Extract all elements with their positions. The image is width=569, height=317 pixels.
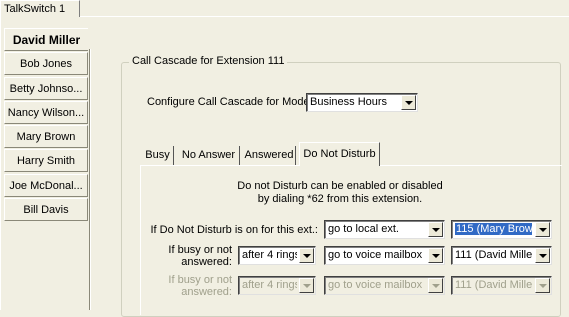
window-tab-label: TalkSwitch 1 [4, 3, 66, 15]
busy-target-value-disabled: 111 (David Miller [455, 279, 533, 291]
info-line-1: Do not Disturb can be enabled or disable… [237, 180, 443, 192]
busy-row-label-line-1: If busy or not [168, 244, 232, 256]
frame-divider [80, 16, 569, 17]
busy-action-select[interactable]: go to voice mailbox [324, 246, 445, 265]
sidebar-item-mary-brown[interactable]: Mary Brown [4, 125, 88, 148]
tab-label: Do Not Disturb [303, 148, 376, 160]
sidebar-divider-highlight [90, 49, 91, 310]
chevron-down-icon [299, 278, 314, 293]
sidebar-item-joe-mcdonald[interactable]: Joe McDonal... [4, 174, 88, 197]
sidebar-item-harry-smith[interactable]: Harry Smith [4, 149, 88, 172]
sidebar-item-bob-jones[interactable]: Bob Jones [4, 52, 88, 75]
busy-target-value: 111 (David Miller [455, 249, 533, 261]
tab-do-not-disturb[interactable]: Do Not Disturb [299, 142, 380, 166]
chevron-down-icon[interactable] [401, 95, 416, 110]
busy-rings-select[interactable]: after 4 rings [238, 246, 316, 265]
sidebar-item-bill-davis[interactable]: Bill Davis [4, 198, 88, 221]
mode-label: Configure Call Cascade for Mode: [147, 96, 313, 108]
sidebar-item-label: Harry Smith [16, 155, 76, 167]
tab-label: Answered [244, 149, 294, 161]
mode-select-value: Business Hours [310, 96, 388, 108]
sidebar-item-nancy-wilson[interactable]: Nancy Wilson... [4, 101, 88, 124]
busy-target-select[interactable]: 111 (David Miller [451, 246, 552, 265]
busy-row-label: If busy or not answered: [150, 244, 232, 268]
tab-no-answer[interactable]: No Answer [178, 146, 240, 165]
tab-answered[interactable]: Answered [243, 146, 296, 165]
busy-target-select-disabled: 111 (David Miller [451, 276, 552, 295]
chevron-down-icon [428, 278, 443, 293]
dnd-action-select[interactable]: go to local ext. [324, 220, 445, 239]
busy-rings-value: after 4 rings [242, 249, 297, 261]
sidebar-item-label: Nancy Wilson... [7, 107, 85, 119]
busy-action-value-disabled: go to voice mailbox [328, 279, 423, 291]
sidebar-item-label: Bill Davis [23, 204, 69, 216]
busy-rings-select-disabled: after 4 rings [238, 276, 316, 295]
busy-row-label-line-2: answered: [181, 256, 232, 268]
tab-label: Busy [145, 149, 170, 161]
sidebar-item-betty-johnson[interactable]: Betty Johnso... [4, 77, 88, 100]
frame-divider-left [0, 17, 1, 310]
mode-select[interactable]: Business Hours [306, 93, 418, 112]
dnd-info-text: Do not Disturb can be enabled or disable… [180, 180, 500, 206]
busy-row-2-label: If busy or not answered: [150, 274, 232, 298]
busy-row-2-label-line-2: answered: [181, 286, 232, 298]
tab-label: No Answer [181, 149, 236, 161]
sidebar-item-label: Mary Brown [16, 131, 76, 143]
sidebar-item-david-miller[interactable]: David Miller [4, 28, 88, 51]
busy-action-value: go to voice mailbox [328, 249, 423, 261]
info-line-2: by dialing *62 from this extension. [257, 193, 423, 205]
dnd-row-label: If Do Not Disturb is on for this ext.: [150, 224, 318, 236]
dnd-action-value: go to local ext. [328, 223, 399, 235]
tab-talkswitch-1[interactable]: TalkSwitch 1 [0, 0, 80, 17]
sidebar-item-label: Bob Jones [20, 58, 72, 70]
groupbox-title: Call Cascade for Extension 111 [129, 55, 288, 67]
dnd-target-value: 115 (Mary Brown [455, 223, 532, 235]
sidebar-item-label: Joe McDonal... [9, 180, 83, 192]
chevron-down-icon[interactable] [428, 222, 443, 237]
chevron-down-icon[interactable] [535, 248, 550, 263]
tab-busy[interactable]: Busy [142, 146, 174, 165]
dnd-target-select[interactable]: 115 (Mary Brown [451, 220, 552, 239]
chevron-down-icon [535, 278, 550, 293]
chevron-down-icon[interactable] [299, 248, 314, 263]
busy-row-2-label-line-1: If busy or not [168, 274, 232, 286]
sidebar-item-label: Betty Johnso... [9, 83, 83, 95]
chevron-down-icon[interactable] [428, 248, 443, 263]
sidebar-item-label: David Miller [12, 33, 81, 47]
busy-action-select-disabled: go to voice mailbox [324, 276, 445, 295]
busy-rings-value-disabled: after 4 rings [242, 279, 297, 291]
chevron-down-icon[interactable] [535, 222, 550, 237]
